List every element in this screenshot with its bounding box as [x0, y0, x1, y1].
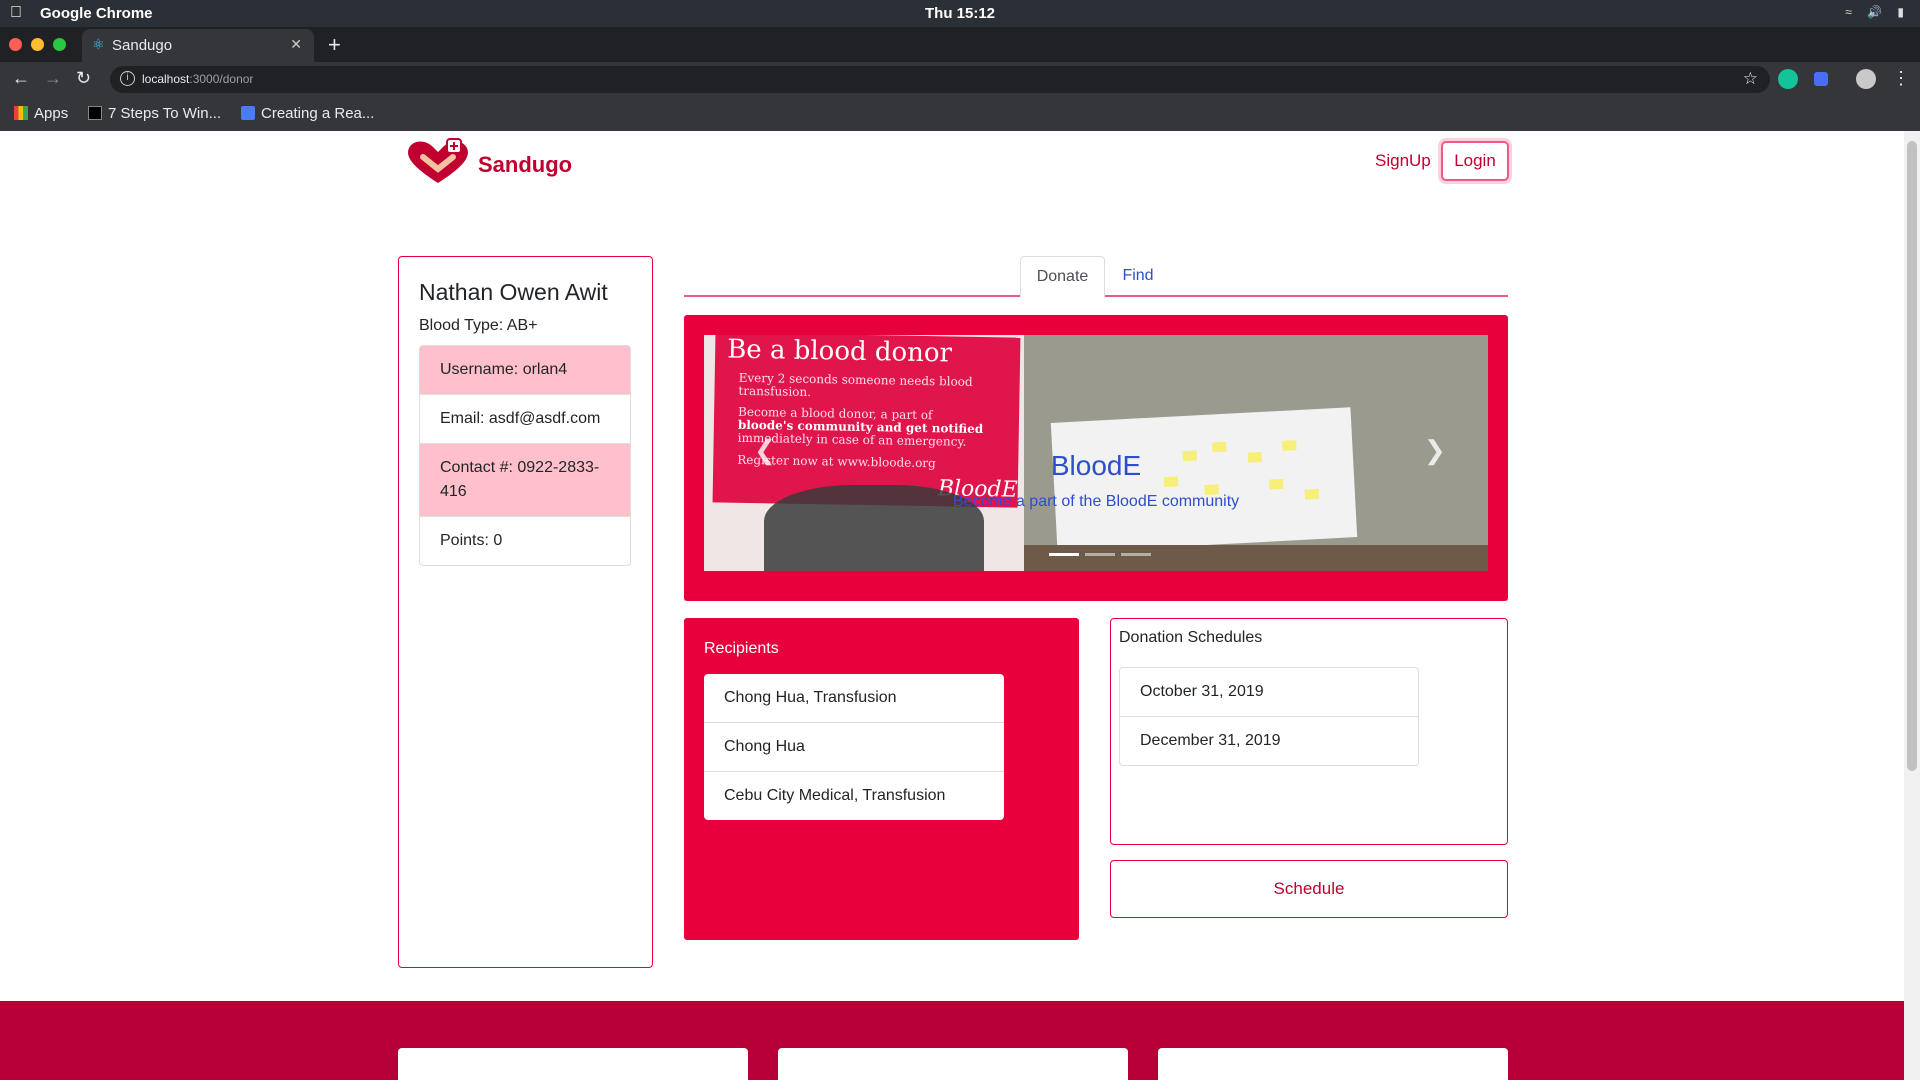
reload-icon[interactable]: ↻	[76, 68, 91, 89]
browser-tab-strip: ⚛ Sandugo ✕ +	[0, 27, 1920, 62]
banner-title: Be a blood donor	[726, 335, 953, 369]
schedule-item[interactable]: December 31, 2019	[1120, 716, 1418, 765]
apple-icon[interactable]: 	[10, 4, 22, 22]
carousel-panel: Be a blood donor Every 2 seconds someone…	[684, 315, 1508, 601]
heart-logo-icon	[408, 138, 468, 183]
apps-grid-icon	[14, 106, 28, 120]
contact-item: Contact #: 0922-2833-416	[420, 443, 630, 516]
extension-icon[interactable]	[1814, 72, 1828, 86]
react-favicon-icon: ⚛	[92, 36, 105, 52]
profile-card: Nathan Owen Awit Blood Type: AB+ Usernam…	[398, 256, 653, 968]
bookmark-item[interactable]: 7 Steps To Win...	[88, 105, 221, 122]
grammarly-extension-icon[interactable]	[1778, 69, 1798, 89]
username-item: Username: orlan4	[420, 346, 630, 394]
bookmark-favicon-icon	[88, 106, 102, 120]
schedule-item[interactable]: October 31, 2019	[1120, 668, 1418, 716]
tab-title: Sandugo	[112, 37, 173, 54]
email-item: Email: asdf@asdf.com	[420, 394, 630, 443]
recipients-list: Chong Hua, Transfusion Chong Hua Cebu Ci…	[704, 674, 1004, 820]
web-page: Sandugo SignUp Login Nathan Owen Awit Bl…	[0, 131, 1904, 1080]
brand-name: Sandugo	[478, 152, 573, 177]
schedules-list: October 31, 2019 December 31, 2019	[1119, 667, 1419, 766]
system-tray-icons[interactable]: ≈ 🔊 ▮	[1845, 5, 1910, 19]
new-tab-button[interactable]: +	[328, 32, 341, 58]
carousel-indicators	[1046, 543, 1154, 561]
carousel-indicator[interactable]	[1121, 553, 1151, 556]
url-text[interactable]: localhost:3000/donor	[142, 72, 253, 86]
bookmark-star-icon[interactable]: ☆	[1743, 69, 1758, 89]
footer-card	[1158, 1048, 1508, 1080]
donation-schedules-panel: Donation Schedules October 31, 2019 Dece…	[1110, 618, 1508, 845]
footer-card	[398, 1048, 748, 1080]
tab-donate[interactable]: Donate	[1020, 256, 1105, 298]
footer	[0, 1001, 1904, 1080]
schedule-button[interactable]: Schedule	[1110, 860, 1508, 918]
carousel-prev-chevron-icon[interactable]: ❮	[754, 435, 776, 466]
carousel-caption-subtitle: Become a part of the BloodE community	[952, 493, 1240, 510]
recipient-item[interactable]: Chong Hua	[704, 722, 1004, 771]
scrollbar-thumb[interactable]	[1907, 141, 1917, 771]
minimize-window-button[interactable]	[31, 38, 44, 51]
back-arrow-icon[interactable]: ←	[12, 68, 30, 89]
os-menu-bar:  Google Chrome Thu 15:12 ≈ 🔊 ▮	[0, 0, 1920, 27]
info-icon[interactable]: i	[120, 71, 135, 86]
carousel-indicator[interactable]	[1085, 553, 1115, 556]
schedules-title: Donation Schedules	[1119, 629, 1263, 646]
address-bar[interactable]: i localhost:3000/donor ☆	[110, 66, 1770, 93]
recipient-item[interactable]: Chong Hua, Transfusion	[704, 674, 1004, 722]
browser-tab[interactable]: ⚛ Sandugo ✕	[82, 29, 314, 62]
menu-kebab-icon[interactable]: ⋮	[1892, 68, 1910, 89]
banner-line: transfusion.	[738, 383, 812, 400]
carousel-next-chevron-icon[interactable]: ❯	[1424, 435, 1446, 466]
profile-details-list: Username: orlan4 Email: asdf@asdf.com Co…	[419, 345, 631, 566]
bookmarks-bar: Apps 7 Steps To Win... Creating a Rea...	[0, 97, 1920, 131]
carousel-caption-title: BloodE	[1050, 450, 1142, 481]
recipients-title: Recipients	[704, 640, 779, 657]
browser-toolbar: ← → ↻ i localhost:3000/donor ☆ ⋮	[0, 62, 1920, 97]
points-item: Points: 0	[420, 516, 630, 565]
forward-arrow-icon[interactable]: →	[44, 68, 62, 89]
footer-card	[778, 1048, 1128, 1080]
login-button[interactable]: Login	[1441, 141, 1509, 181]
close-window-button[interactable]	[9, 38, 22, 51]
recipient-item[interactable]: Cebu City Medical, Transfusion	[704, 771, 1004, 820]
carousel-indicator[interactable]	[1049, 553, 1079, 556]
page-scrollbar[interactable]	[1904, 131, 1920, 1080]
bookmark-favicon-icon	[241, 106, 255, 120]
close-tab-icon[interactable]: ✕	[290, 36, 302, 53]
bookmark-item[interactable]: Creating a Rea...	[241, 105, 374, 122]
tab-find[interactable]: Find	[1108, 256, 1168, 296]
signup-link[interactable]: SignUp	[1375, 151, 1431, 171]
recipients-panel: Recipients Chong Hua, Transfusion Chong …	[684, 618, 1079, 940]
blood-type: Blood Type: AB+	[419, 317, 538, 334]
carousel[interactable]: Be a blood donor Every 2 seconds someone…	[704, 335, 1488, 571]
system-clock[interactable]: Thu 15:12	[925, 5, 995, 22]
bookmark-apps[interactable]: Apps	[14, 105, 68, 122]
donor-name: Nathan Owen Awit	[419, 279, 608, 305]
profile-avatar-icon[interactable]	[1856, 69, 1876, 89]
maximize-window-button[interactable]	[53, 38, 66, 51]
active-app-name[interactable]: Google Chrome	[40, 5, 153, 22]
